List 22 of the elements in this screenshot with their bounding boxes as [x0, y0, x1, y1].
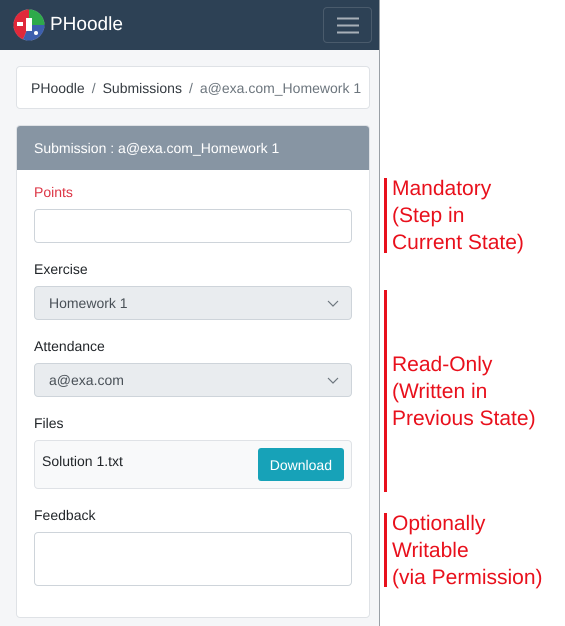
menu-icon — [336, 16, 358, 34]
field-label: Exercise — [34, 260, 88, 278]
card-header: Submission : a@exa.com_Homework 1 — [17, 126, 369, 170]
chevron-down-icon — [327, 300, 339, 306]
breadcrumb-separator: / — [90, 80, 97, 96]
field-label: Feedback — [34, 506, 96, 524]
feedback-textarea[interactable] — [34, 532, 352, 586]
menu-button[interactable] — [323, 7, 372, 43]
annotation-note: Mandatory (Step in Current State) — [384, 178, 565, 253]
breadcrumb-link[interactable]: PHoodle — [31, 80, 85, 96]
points-input[interactable] — [34, 209, 352, 243]
chevron-down-icon — [327, 376, 339, 384]
annotation-note: Read-Only (Written in Previous State) — [384, 290, 565, 492]
breadcrumb-link[interactable]: Submissions — [102, 80, 182, 96]
logo-icon — [13, 9, 45, 41]
field-label: Points — [34, 183, 73, 201]
annotation-note: Optionally Writable (via Permission) — [384, 513, 565, 587]
breadcrumb-current: a@exa.com_Homework 1 — [200, 80, 362, 96]
breadcrumb-separator: / — [188, 80, 194, 96]
field-label: Attendance — [34, 337, 105, 355]
field-label: Files — [34, 414, 64, 432]
file-name: Solution 1.txt — [42, 452, 123, 471]
